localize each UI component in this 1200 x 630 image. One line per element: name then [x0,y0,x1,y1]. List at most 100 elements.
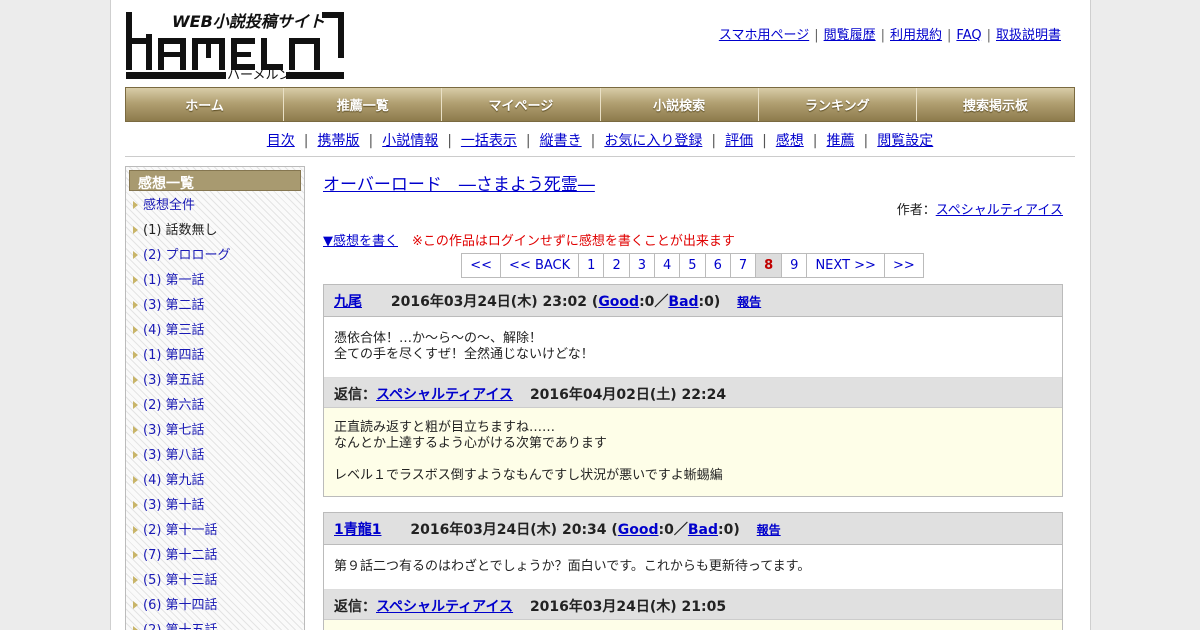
sidebar-item-label[interactable]: (7) 第十二話 [143,548,218,563]
sidebar-item-label[interactable]: (5) 第十三話 [143,573,218,588]
sidebar-item-label[interactable]: (2) プロローグ [143,248,231,263]
bad-link[interactable]: Bad [668,294,698,310]
good-link[interactable]: Good [598,294,639,310]
separator: | [880,28,885,43]
subnav-rating[interactable]: 評価 [725,133,753,149]
sidebar-item-label[interactable]: (6) 第十四話 [143,598,218,613]
page-link[interactable]: 9 [781,253,808,278]
sidebar-item[interactable]: (3) 第八話 [126,447,304,472]
page-link[interactable]: 1 [578,253,605,278]
reply-author-link[interactable]: スペシャルティアイス [376,387,513,403]
page-link[interactable]: 7 [729,253,757,278]
subnav-info[interactable]: 小説情報 [382,133,438,149]
faq-link[interactable]: FAQ [956,28,981,43]
sidebar-item[interactable]: (4) 第九話 [126,472,304,497]
report-link[interactable]: 報告 [737,295,761,309]
sidebar-item[interactable]: (3) 第二話 [126,297,304,322]
report-link[interactable]: 報告 [757,523,781,537]
comment-body: 憑依合体！…か～ら～の～、解除！ 全ての手を尽くすぜ！全然通じないけどな！ [324,317,1062,377]
sidebar-item-label[interactable]: (4) 第九話 [143,473,205,488]
write-comment-link[interactable]: ▼感想を書く [323,234,398,249]
page-link[interactable]: 5 [679,253,706,278]
commenter-link[interactable]: 九尾 [334,294,362,310]
subnav-settings[interactable]: 閲覧設定 [877,133,933,149]
sidebar-item[interactable]: (6) 第十四話 [126,597,304,622]
sidebar-item-label[interactable]: (3) 第五話 [143,373,205,388]
reply-author-link[interactable]: スペシャルティアイス [376,599,513,615]
sidebar-item-label[interactable]: (3) 第十話 [143,498,205,513]
nav-recommend[interactable]: 推薦一覧 [284,88,443,121]
comment-sidebar: 感想一覧 感想全件 (1) 話数無し (2) プロローグ (1) 第一話 (3) 第二話… [125,166,305,630]
triangle-bullet-icon [133,526,138,534]
sidebar-item-label[interactable]: (3) 第七話 [143,423,205,438]
comment-body: 第９話二つ有るのはわざとでしょうか？面白いです。これからも更新待ってます。 [324,545,1062,589]
nav-mypage[interactable]: マイページ [442,88,601,121]
smartphone-page-link[interactable]: スマホ用ページ [719,24,809,43]
sidebar-item-label[interactable]: (2) 第六話 [143,398,205,413]
sidebar-item[interactable]: (2) 第十一話 [126,522,304,547]
hameln-logo[interactable]: WEB小説投稿サイト ハーメルン [126,10,346,83]
history-link[interactable]: 閲覧履歴 [824,24,876,43]
subnav-recommend[interactable]: 推薦 [827,133,855,149]
sidebar-item[interactable]: (2) プロローグ [126,247,304,272]
page-link[interactable]: NEXT >> [806,253,885,278]
sidebar-item[interactable]: (1) 第四話 [126,347,304,372]
sidebar-item-label[interactable]: (2) 第十一話 [143,523,218,538]
nav-ranking[interactable]: ランキング [758,88,917,121]
sidebar-item-label[interactable]: (3) 第八話 [143,448,205,463]
sidebar-item[interactable]: 感想全件 [126,197,304,222]
main-nav: ホーム 推薦一覧 マイページ 小説検索 ランキング 捜索掲示板 [125,87,1075,122]
triangle-bullet-icon [133,426,138,434]
pagination: << << BACK 1 2 3 4 5 6 7 8 9 NEXT >> >> [323,253,1063,278]
comment-header: 1青龍1 2016年03月24日(木) 20:34 (Good:0／Bad:0)… [324,513,1062,545]
separator: | [762,133,767,149]
sidebar-item[interactable]: (2) 第十五話 [126,622,304,630]
page-link[interactable]: 3 [628,253,655,278]
sidebar-item[interactable]: (5) 第十三話 [126,572,304,597]
page-link[interactable]: 6 [704,253,731,278]
triangle-bullet-icon [133,351,138,359]
page-link[interactable]: << [461,253,502,278]
top-links: スマホ用ページ | 閲覧履歴 | 利用規約 | FAQ | 取扱説明書 [719,24,1061,43]
author-link[interactable]: スペシャルティアイス [936,203,1063,218]
subnav-all[interactable]: 一括表示 [461,133,517,149]
comment-notice: ▼感想を書く ※この作品はログインせずに感想を書くことが出来ます [323,230,1063,249]
novel-title-link[interactable]: オーバーロード ―さまよう死霊― [323,175,595,195]
subnav-vertical[interactable]: 縦書き [540,133,582,149]
sidebar-item[interactable]: (3) 第五話 [126,372,304,397]
sidebar-item[interactable]: (3) 第七話 [126,422,304,447]
reply-body [324,620,1062,630]
sidebar-item[interactable]: (1) 第一話 [126,272,304,297]
comment-line: 第９話二つ有るのはわざとでしょうか？面白いです。これからも更新待ってます。 [334,559,811,574]
good-link[interactable]: Good [618,522,659,538]
subnav-toc[interactable]: 目次 [267,133,295,149]
sidebar-item-label[interactable]: (1) 第一話 [143,273,205,288]
manual-link[interactable]: 取扱説明書 [996,24,1061,43]
sidebar-item-label[interactable]: 感想全件 [143,198,195,213]
sidebar-item[interactable]: (7) 第十二話 [126,547,304,572]
sidebar-title: 感想一覧 [129,170,301,192]
page-link[interactable]: >> [883,253,924,278]
sidebar-item[interactable]: (3) 第十話 [126,497,304,522]
page-link[interactable]: 2 [603,253,630,278]
author-label: 作者： [896,203,936,218]
nav-board[interactable]: 捜索掲示板 [916,88,1075,121]
sidebar-item-label[interactable]: (4) 第三話 [143,323,205,338]
sidebar-item[interactable]: (4) 第三話 [126,322,304,347]
sidebar-item-label[interactable]: (3) 第二話 [143,298,205,313]
nav-search[interactable]: 小説検索 [600,88,759,121]
sidebar-item[interactable]: (2) 第六話 [126,397,304,422]
sidebar-item-label[interactable]: (1) 第四話 [143,348,205,363]
commenter-link[interactable]: 1青龍1 [334,522,381,538]
nav-home[interactable]: ホーム [126,88,285,121]
good-count: :0／ [658,522,688,538]
page-link[interactable]: << BACK [500,253,580,278]
subnav-favorite[interactable]: お気に入り登録 [604,133,702,149]
page-link[interactable]: 4 [654,253,681,278]
subnav-comments[interactable]: 感想 [776,133,804,149]
sidebar-item-label[interactable]: (2) 第十五話 [143,623,218,630]
separator: | [368,133,374,149]
terms-link[interactable]: 利用規約 [890,24,942,43]
bad-link[interactable]: Bad [688,522,718,538]
subnav-mobile[interactable]: 携帯版 [317,133,359,149]
